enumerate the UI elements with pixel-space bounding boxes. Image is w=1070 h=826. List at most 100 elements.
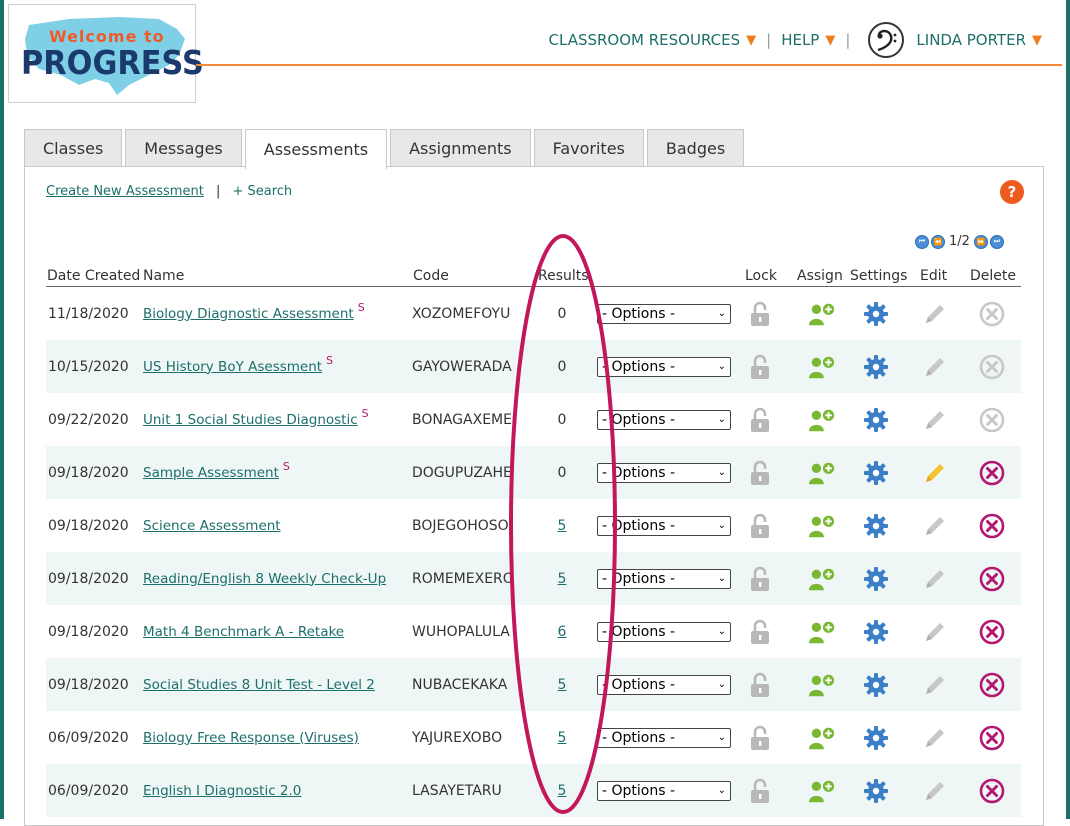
- assessment-name-link[interactable]: Reading/English 8 Weekly Check-Up: [143, 571, 386, 587]
- user-menu[interactable]: LINDA PORTER: [916, 31, 1026, 49]
- lock-icon[interactable]: [746, 340, 774, 393]
- pencil-icon[interactable]: [921, 340, 949, 393]
- results-link[interactable]: 5: [558, 783, 567, 799]
- pencil-icon[interactable]: [921, 446, 949, 499]
- progress-logo[interactable]: Welcome to PROGRESS: [8, 4, 204, 103]
- gear-icon[interactable]: [862, 605, 890, 658]
- delete-icon[interactable]: [978, 764, 1006, 817]
- delete-icon[interactable]: [978, 658, 1006, 711]
- lock-icon[interactable]: [746, 764, 774, 817]
- assessment-name-link[interactable]: Science Assessment: [143, 518, 281, 534]
- help-menu[interactable]: HELP: [781, 31, 819, 49]
- assessment-name-link[interactable]: US History BoY Asessment: [143, 359, 322, 375]
- assessment-name-link[interactable]: English I Diagnostic 2.0: [143, 783, 301, 799]
- options-select[interactable]: - Options - ⌄: [597, 515, 731, 536]
- results-link[interactable]: 5: [558, 677, 567, 693]
- assign-user-icon[interactable]: [808, 499, 836, 552]
- options-select[interactable]: - Options - ⌄: [597, 674, 731, 695]
- lock-icon[interactable]: [746, 446, 774, 499]
- pencil-icon[interactable]: [921, 393, 949, 446]
- lock-icon[interactable]: [746, 658, 774, 711]
- assessment-name-link[interactable]: Unit 1 Social Studies Diagnostic: [143, 412, 358, 428]
- pencil-icon[interactable]: [921, 605, 949, 658]
- assign-user-icon[interactable]: [808, 446, 836, 499]
- assign-user-icon[interactable]: [808, 764, 836, 817]
- assessment-name-link[interactable]: Biology Diagnostic Assessment: [143, 306, 354, 322]
- options-select[interactable]: - Options - ⌄: [597, 727, 731, 748]
- lock-icon[interactable]: [746, 552, 774, 605]
- pencil-icon[interactable]: [921, 499, 949, 552]
- results-link[interactable]: 6: [558, 624, 567, 640]
- assign-user-icon[interactable]: [808, 711, 836, 764]
- lock-icon[interactable]: [746, 499, 774, 552]
- delete-icon[interactable]: [978, 393, 1006, 446]
- assign-user-icon[interactable]: [808, 552, 836, 605]
- avatar[interactable]: [868, 22, 905, 58]
- help-icon[interactable]: ?: [1000, 180, 1024, 204]
- assessment-name-link[interactable]: Biology Free Response (Viruses): [143, 730, 359, 746]
- assign-user-icon[interactable]: [808, 393, 836, 446]
- gear-icon[interactable]: [862, 658, 890, 711]
- search-toggle-link[interactable]: + Search: [232, 184, 292, 199]
- tab-messages[interactable]: Messages: [125, 129, 242, 167]
- classroom-resources-menu[interactable]: CLASSROOM RESOURCES: [549, 31, 741, 49]
- assign-user-icon[interactable]: [808, 340, 836, 393]
- options-select[interactable]: - Options - ⌄: [597, 462, 731, 483]
- assessment-name-link[interactable]: Social Studies 8 Unit Test - Level 2: [143, 677, 375, 693]
- delete-icon[interactable]: [978, 605, 1006, 658]
- gear-icon[interactable]: [862, 287, 890, 340]
- delete-icon[interactable]: [978, 340, 1006, 393]
- pencil-icon[interactable]: [921, 552, 949, 605]
- options-select[interactable]: - Options - ⌄: [597, 568, 731, 589]
- results-link[interactable]: 5: [558, 571, 567, 587]
- assign-user-icon[interactable]: [808, 658, 836, 711]
- options-select[interactable]: - Options - ⌄: [597, 780, 731, 801]
- tab-assessments[interactable]: Assessments: [244, 129, 388, 169]
- chevron-down-icon[interactable]: ▼: [746, 33, 756, 48]
- tab-favorites[interactable]: Favorites: [533, 129, 644, 167]
- tab-assignments[interactable]: Assignments: [390, 129, 531, 167]
- lock-icon[interactable]: [746, 711, 774, 764]
- results-link[interactable]: 5: [558, 730, 567, 746]
- pencil-icon[interactable]: [921, 764, 949, 817]
- options-select[interactable]: - Options - ⌄: [597, 303, 731, 324]
- options-select[interactable]: - Options - ⌄: [597, 409, 731, 430]
- lock-icon[interactable]: [746, 605, 774, 658]
- gear-icon[interactable]: [862, 340, 890, 393]
- pencil-icon[interactable]: [921, 287, 949, 340]
- gear-icon[interactable]: [862, 499, 890, 552]
- assessment-name-link[interactable]: Sample Assessment: [143, 465, 279, 481]
- column-header-results[interactable]: Results: [538, 268, 589, 284]
- pencil-icon[interactable]: [921, 658, 949, 711]
- first-page-icon[interactable]: ⏮: [915, 234, 929, 249]
- assign-user-icon[interactable]: [808, 605, 836, 658]
- delete-icon[interactable]: [978, 711, 1006, 764]
- column-header-date[interactable]: Date Created: [47, 268, 140, 284]
- pencil-icon[interactable]: [921, 711, 949, 764]
- options-select[interactable]: - Options - ⌄: [597, 621, 731, 642]
- column-header-name[interactable]: Name: [143, 268, 184, 284]
- gear-icon[interactable]: [862, 446, 890, 499]
- tab-badges[interactable]: Badges: [646, 129, 745, 167]
- gear-icon[interactable]: [862, 711, 890, 764]
- assign-user-icon[interactable]: [808, 287, 836, 340]
- last-page-icon[interactable]: ⏭: [989, 234, 1004, 249]
- lock-icon[interactable]: [746, 287, 774, 340]
- assessment-name-link[interactable]: Math 4 Benchmark A - Retake: [143, 624, 344, 640]
- gear-icon[interactable]: [862, 393, 890, 446]
- prev-page-icon[interactable]: ⏪: [931, 234, 945, 249]
- delete-icon[interactable]: [978, 552, 1006, 605]
- delete-icon[interactable]: [978, 287, 1006, 340]
- delete-icon[interactable]: [978, 446, 1006, 499]
- lock-icon[interactable]: [746, 393, 774, 446]
- chevron-down-icon[interactable]: ▼: [1032, 33, 1042, 48]
- column-header-code[interactable]: Code: [413, 268, 449, 284]
- results-link[interactable]: 5: [558, 518, 567, 534]
- create-new-assessment-link[interactable]: Create New Assessment: [46, 184, 204, 199]
- chevron-down-icon[interactable]: ▼: [825, 33, 835, 48]
- gear-icon[interactable]: [862, 552, 890, 605]
- options-select[interactable]: - Options - ⌄: [597, 356, 731, 377]
- next-page-icon[interactable]: ⏩: [973, 234, 988, 249]
- tab-classes[interactable]: Classes: [24, 129, 123, 167]
- gear-icon[interactable]: [862, 764, 890, 817]
